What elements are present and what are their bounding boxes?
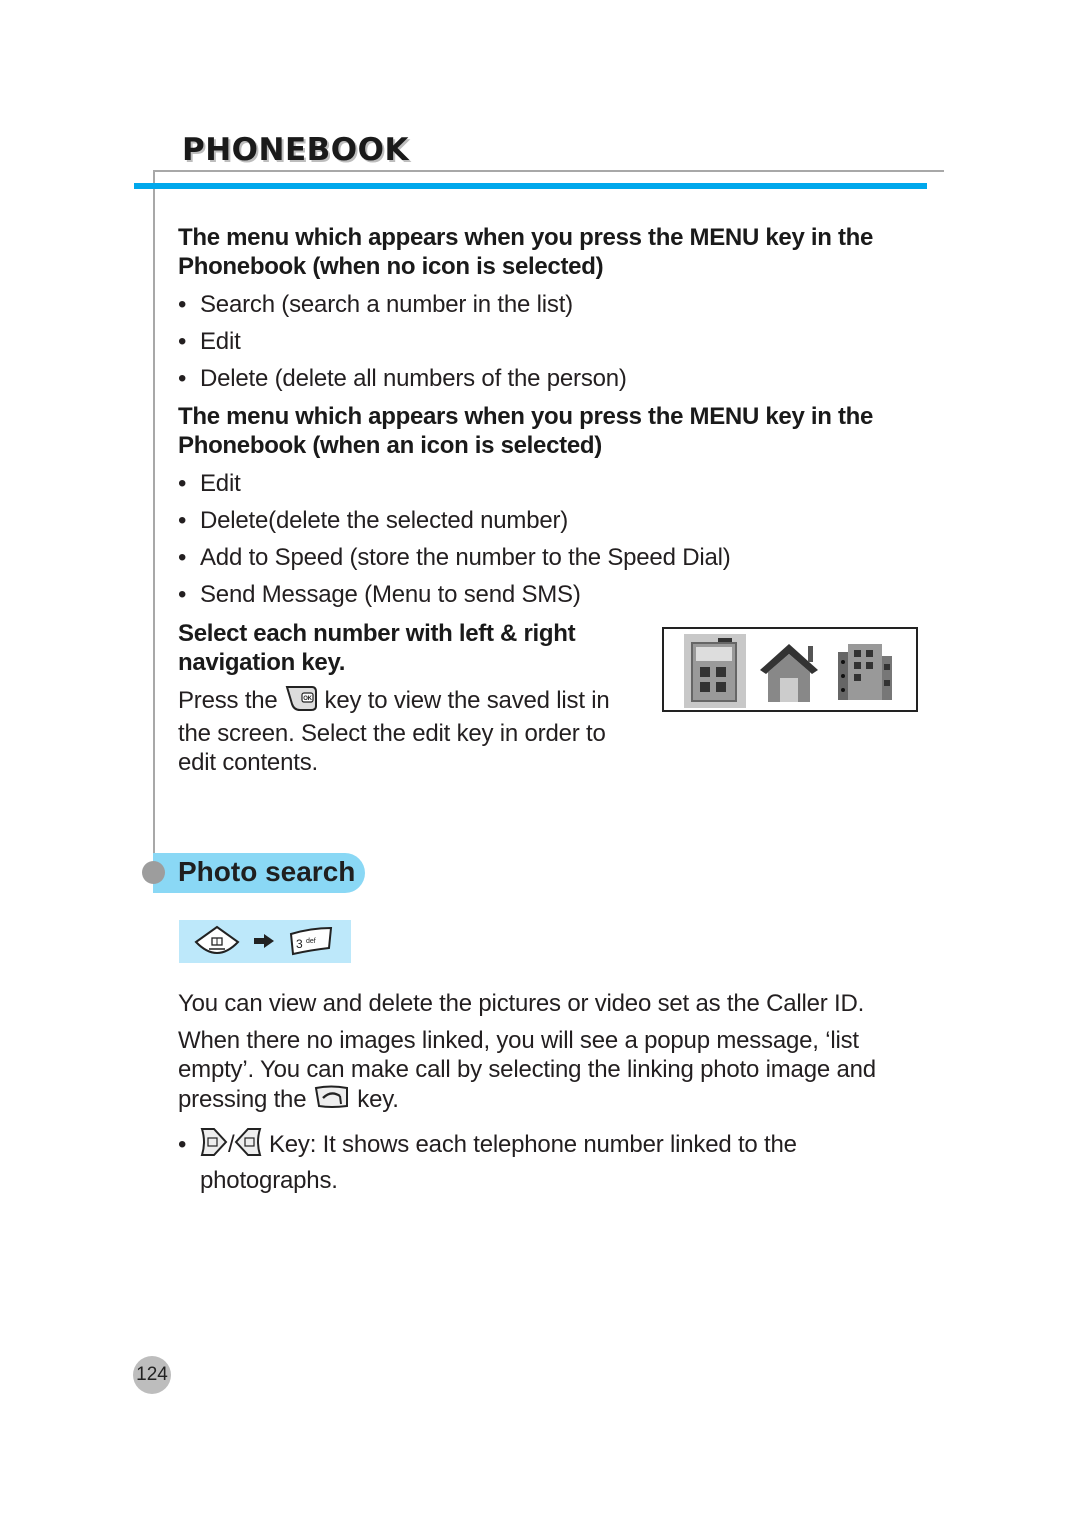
right-nav-key-icon [234, 1125, 262, 1166]
list-item-text: Send Message (Menu to send SMS) [200, 581, 581, 608]
list-item-text: Delete (delete all numbers of the person… [200, 365, 627, 392]
text-line: Press the OK key to view the saved list … [178, 684, 648, 719]
page-number: 124 [133, 1356, 171, 1394]
number-type-icon-strip [662, 627, 918, 712]
key-3-def-icon: 3 def [289, 926, 333, 961]
menu-icon-selected-list: • Edit • Delete(delete the selected number… [178, 469, 918, 609]
list-item: • / Key: It shows each telephone number … [178, 1125, 938, 1195]
list-item: • Search (search a number in the list) [178, 290, 918, 319]
list-item-text: Delete(delete the selected number) [200, 507, 569, 534]
bullet: • [178, 291, 187, 318]
list-item: • Edit [178, 469, 918, 498]
list-item: • Edit [178, 327, 918, 356]
photo-search-body: You can view and delete the pictures or … [178, 989, 938, 1195]
list-item-text: / Key: It shows each telephone number li… [200, 1125, 797, 1195]
bullet: • [178, 328, 187, 355]
heading-line: Select each number with left & right [178, 620, 576, 647]
svg-text:OK: OK [303, 696, 312, 702]
text-fragment: key. [357, 1085, 399, 1113]
navigation-section: Select each number with left & right nav… [178, 619, 648, 777]
text-line: the screen. Select the edit key in order… [178, 720, 606, 747]
bullet: • [178, 470, 187, 497]
section-title: PHONEBOOK [182, 132, 409, 168]
menu-icon-selected-section: The menu which appears when you press th… [178, 402, 918, 609]
heading-line: The menu which appears when you press th… [178, 403, 874, 430]
menu-key-icon [193, 924, 241, 965]
heading-line: The menu which appears when you press th… [178, 224, 874, 251]
bullet: • [178, 365, 187, 392]
text-fragment: Press the [178, 686, 278, 714]
navigation-description: Press the OK key to view the saved list … [178, 684, 648, 777]
ok-key-icon: OK [284, 684, 318, 719]
heading-line: Phonebook (when no icon is selected) [178, 253, 604, 280]
svg-text:def: def [306, 938, 316, 945]
arrow-right-icon [254, 934, 274, 953]
text-fragment: Key: It shows each telephone number link… [268, 1130, 797, 1158]
key-path: 3 def [179, 920, 351, 963]
bullet: • [178, 581, 187, 608]
text-fragment: key to view the saved list in [324, 686, 610, 714]
list-item-text: Edit [200, 328, 241, 355]
margin-rule [153, 170, 155, 882]
menu-no-icon-heading: The menu which appears when you press th… [178, 223, 918, 281]
home-icon[interactable] [758, 634, 820, 708]
header-rule [153, 170, 944, 172]
bullet: • [178, 507, 187, 534]
bullet: • [178, 1130, 187, 1158]
list-item: • Delete (delete all numbers of the perso… [178, 364, 918, 393]
bullet: • [178, 544, 187, 571]
left-nav-key-icon [200, 1125, 228, 1166]
text-line: empty’. You can make call by selecting t… [178, 1056, 876, 1083]
send-key-icon [313, 1084, 351, 1117]
text-line: When there no images linked, you will se… [178, 1027, 859, 1054]
heading-line: navigation key. [178, 649, 346, 676]
text-line: photographs. [200, 1167, 338, 1194]
list-item-text: Add to Speed (store the number to the Sp… [200, 544, 731, 571]
list-item-text: Search (search a number in the list) [200, 291, 573, 318]
photo-search-title: Photo search [178, 856, 356, 887]
menu-icon-selected-heading: The menu which appears when you press th… [178, 402, 918, 460]
mobile-phone-icon[interactable] [684, 634, 746, 708]
text-line: / Key: It shows each telephone number li… [200, 1125, 797, 1166]
list-item-text: Edit [200, 470, 241, 497]
navigation-heading: Select each number with left & right nav… [178, 619, 648, 677]
section-marker-dot [142, 861, 165, 884]
office-building-icon[interactable] [834, 634, 896, 708]
text-line: edit contents. [178, 749, 318, 776]
svg-text:3: 3 [296, 937, 303, 951]
accent-bar [134, 183, 927, 189]
paragraph: You can view and delete the pictures or … [178, 990, 865, 1017]
list-item: • Send Message (Menu to send SMS) [178, 580, 918, 609]
heading-line: Phonebook (when an icon is selected) [178, 432, 602, 459]
text-fragment: pressing the [178, 1085, 307, 1113]
paragraph: When there no images linked, you will se… [178, 1026, 938, 1117]
menu-no-icon-section: The menu which appears when you press th… [178, 223, 918, 393]
text-line: pressing the key. [178, 1084, 938, 1117]
list-item: • Add to Speed (store the number to the S… [178, 543, 918, 572]
list-item: • Delete(delete the selected number) [178, 506, 918, 535]
menu-no-icon-list: • Search (search a number in the list) • E… [178, 290, 918, 393]
